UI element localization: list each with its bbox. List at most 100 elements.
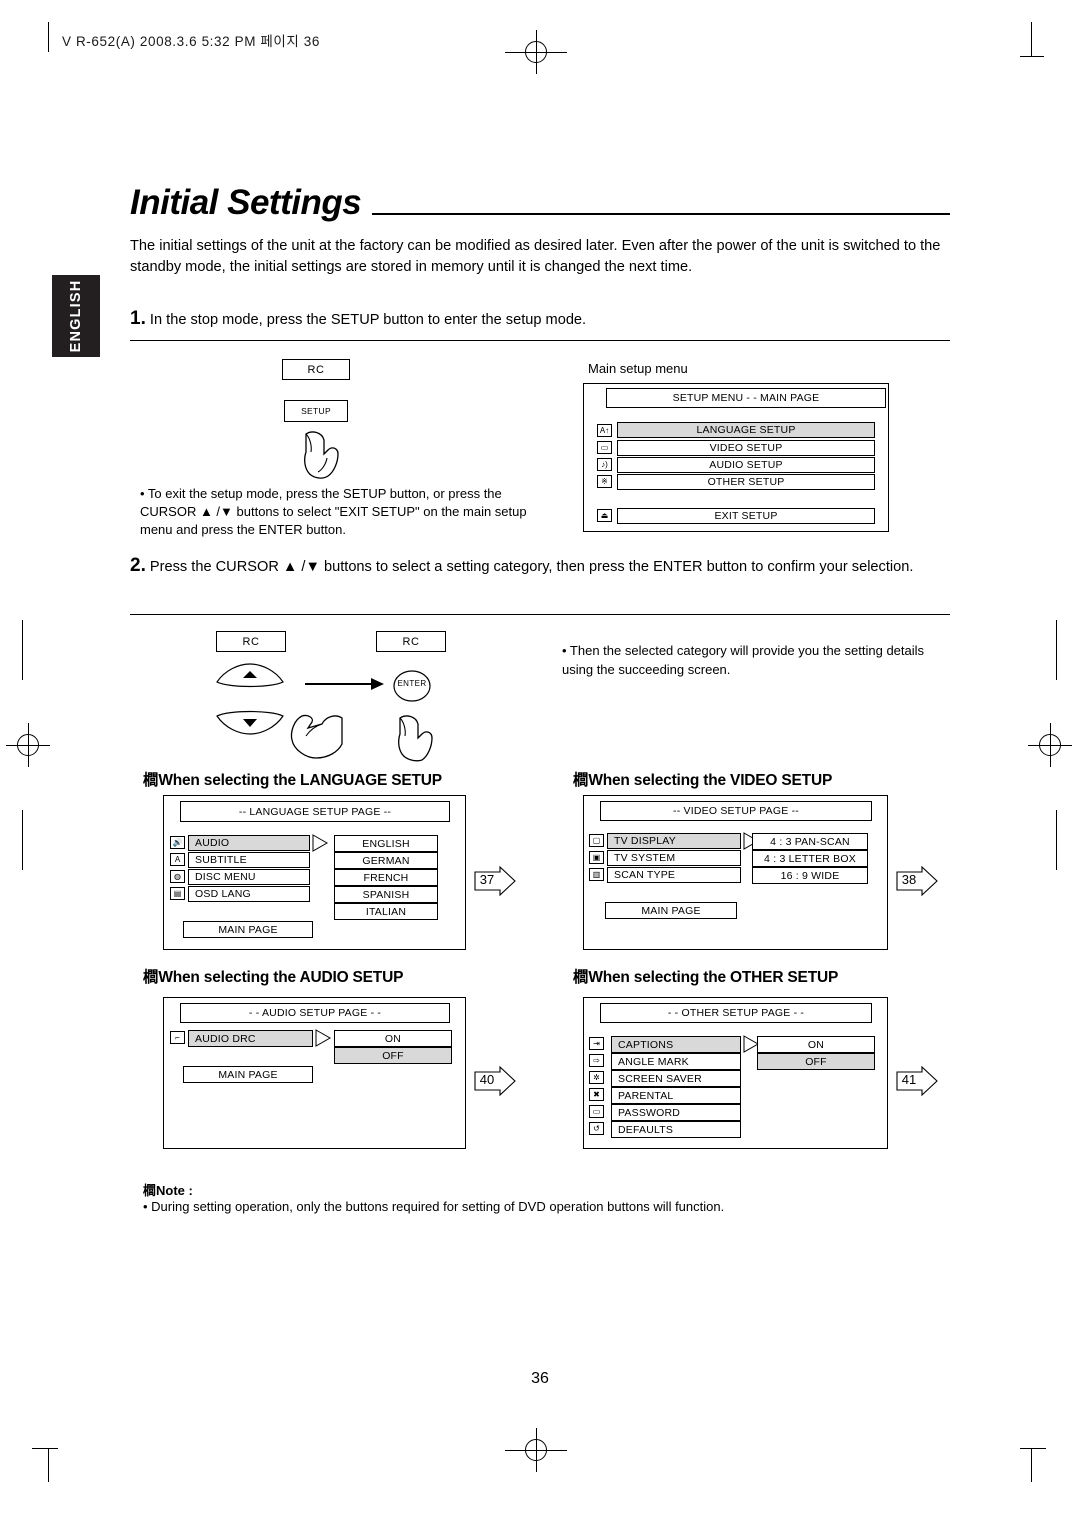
crop-tick-left-lower <box>22 810 23 870</box>
exit-icon: ⏏ <box>597 509 612 522</box>
pointing-hand-icon-3 <box>392 712 442 762</box>
menu-item-other-setup[interactable]: OTHER SETUP <box>617 474 875 490</box>
other-setup-item-parental[interactable]: PARENTAL <box>611 1087 741 1104</box>
step-2-text: Press the CURSOR ▲ /▼ buttons to select … <box>149 559 914 575</box>
selection-arrow-icon-3 <box>314 1029 332 1047</box>
crop-mark-bl-h <box>32 1448 58 1449</box>
other-setup-item-captions[interactable]: CAPTIONS <box>611 1036 741 1053</box>
step-1-bullet: • To exit the setup mode, press the SETU… <box>140 486 527 537</box>
section-heading-audio-text: When selecting the AUDIO SETUP <box>158 969 404 986</box>
language-option-french[interactable]: FRENCH <box>334 869 438 886</box>
screen-saver-icon: ✲ <box>589 1071 604 1084</box>
step-2-rule <box>130 614 950 615</box>
cursor-down-button-graphic[interactable] <box>215 708 285 738</box>
language-option-german[interactable]: GERMAN <box>334 852 438 869</box>
audio-option-on[interactable]: ON <box>334 1030 452 1047</box>
section-heading-audio: 櫚When selecting the AUDIO SETUP <box>143 965 403 987</box>
tv-system-icon: ▣ <box>589 851 604 864</box>
remote-control-label-3: RC <box>376 631 446 652</box>
tv-display-icon: ▢ <box>589 834 604 847</box>
language-side-tab-label: ENGLISH <box>68 279 84 353</box>
crop-mark-tr-h <box>1020 56 1044 57</box>
setup-button-graphic[interactable]: SETUP <box>284 400 348 422</box>
note-heading: 櫚Note : <box>143 1180 193 1199</box>
marker-glyph-3: 櫚 <box>143 969 159 986</box>
video-setup-main-page[interactable]: MAIN PAGE <box>605 902 737 919</box>
scan-type-icon: ▥ <box>589 868 604 881</box>
section-heading-video: 櫚When selecting the VIDEO SETUP <box>573 768 832 790</box>
language-setup-item-disc-menu[interactable]: DISC MENU <box>188 869 310 885</box>
page-title: Initial Settings <box>130 183 362 222</box>
video-setup-item-tv-display[interactable]: TV DISPLAY <box>607 833 741 849</box>
captions-icon: ⇥ <box>589 1037 604 1050</box>
video-icon: ▭ <box>597 441 612 454</box>
menu-item-video-setup[interactable]: VIDEO SETUP <box>617 440 875 456</box>
main-setup-menu-title: SETUP MENU - - MAIN PAGE <box>606 388 886 408</box>
video-setup-item-tv-system[interactable]: TV SYSTEM <box>607 850 741 866</box>
registration-mark-top <box>505 30 567 74</box>
language-option-spanish[interactable]: SPANISH <box>334 886 438 903</box>
page-reference-arrow-37: 37 <box>474 865 516 897</box>
audio-option-off[interactable]: OFF <box>334 1047 452 1064</box>
language-option-english[interactable]: ENGLISH <box>334 835 438 852</box>
other-setup-item-password[interactable]: PASSWORD <box>611 1104 741 1121</box>
marker-glyph-5: 櫚 <box>143 1183 157 1198</box>
page-reference-38: 38 <box>901 872 917 887</box>
language-setup-item-audio[interactable]: AUDIO <box>188 835 310 851</box>
flow-arrow-icon <box>305 677 385 691</box>
video-option-pan-scan[interactable]: 4 : 3 PAN-SCAN <box>752 833 868 850</box>
other-option-on[interactable]: ON <box>757 1036 875 1053</box>
audio-setup-item-audio-drc[interactable]: AUDIO DRC <box>188 1030 313 1047</box>
angle-mark-icon: ⇨ <box>589 1054 604 1067</box>
file-header: V R-652(A) 2008.3.6 5:32 PM 페이지 36 <box>62 34 321 49</box>
cursor-up-button-graphic[interactable] <box>215 660 285 690</box>
language-setup-main-page[interactable]: MAIN PAGE <box>183 921 313 938</box>
password-icon: ▭ <box>589 1105 604 1118</box>
other-setup-item-angle-mark[interactable]: ANGLE MARK <box>611 1053 741 1070</box>
note-title-text: Note : <box>156 1183 193 1198</box>
enter-button-label: ENTER <box>397 679 427 688</box>
menu-item-audio-setup[interactable]: AUDIO SETUP <box>617 457 875 473</box>
language-setup-window-title: -- LANGUAGE SETUP PAGE -- <box>180 801 450 822</box>
marker-glyph-2: 櫚 <box>573 772 589 789</box>
speaker-icon: 🔊 <box>170 836 185 849</box>
crop-tick-left-upper <box>22 620 23 680</box>
crop-mark-br-v <box>1031 1448 1032 1482</box>
video-option-16-9-wide[interactable]: 16 : 9 WIDE <box>752 867 868 884</box>
step-2-bullet: • Then the selected category will provid… <box>562 643 925 677</box>
section-heading-other: 櫚When selecting the OTHER SETUP <box>573 965 838 987</box>
drc-icon: ⌐ <box>170 1031 185 1044</box>
video-option-letter-box[interactable]: 4 : 3 LETTER BOX <box>752 850 868 867</box>
language-option-italian[interactable]: ITALIAN <box>334 903 438 920</box>
remote-control-label-1: RC <box>282 359 350 380</box>
video-setup-item-scan-type[interactable]: SCAN TYPE <box>607 867 741 883</box>
step-1-rule <box>130 340 950 341</box>
menu-item-exit-setup[interactable]: EXIT SETUP <box>617 508 875 524</box>
audio-setup-window-title: - - AUDIO SETUP PAGE - - <box>180 1003 450 1023</box>
language-side-tab: ENGLISH <box>52 275 100 357</box>
marker-glyph-4: 櫚 <box>573 969 589 986</box>
page-reference-arrow-41: 41 <box>896 1065 938 1097</box>
marker-glyph-1: 櫚 <box>143 772 159 789</box>
language-setup-item-subtitle[interactable]: SUBTITLE <box>188 852 310 868</box>
other-setup-item-defaults[interactable]: DEFAULTS <box>611 1121 741 1138</box>
other-setup-item-screen-saver[interactable]: SCREEN SAVER <box>611 1070 741 1087</box>
other-option-off[interactable]: OFF <box>757 1053 875 1070</box>
page-reference-41: 41 <box>901 1072 917 1087</box>
registration-mark-bottom <box>505 1428 567 1472</box>
step-1: 1. In the stop mode, press the SETUP but… <box>130 308 950 331</box>
crop-mark-bl-v <box>48 1448 49 1482</box>
crop-mark-tr-v <box>1031 22 1032 56</box>
subtitle-icon: A <box>170 853 185 866</box>
audio-setup-main-page[interactable]: MAIN PAGE <box>183 1066 313 1083</box>
enter-button-graphic[interactable]: ENTER <box>392 668 432 704</box>
section-heading-other-text: When selecting the OTHER SETUP <box>588 969 839 986</box>
header-rule <box>48 22 49 52</box>
title-underline <box>372 213 950 215</box>
language-setup-item-osd-lang[interactable]: OSD LANG <box>188 886 310 902</box>
menu-item-language-setup[interactable]: LANGUAGE SETUP <box>617 422 875 438</box>
osd-icon: ▤ <box>170 887 185 900</box>
step-2-number: 2. <box>130 555 146 576</box>
section-heading-language-text: When selecting the LANGUAGE SETUP <box>158 772 442 789</box>
other-icon: ※ <box>597 475 612 488</box>
